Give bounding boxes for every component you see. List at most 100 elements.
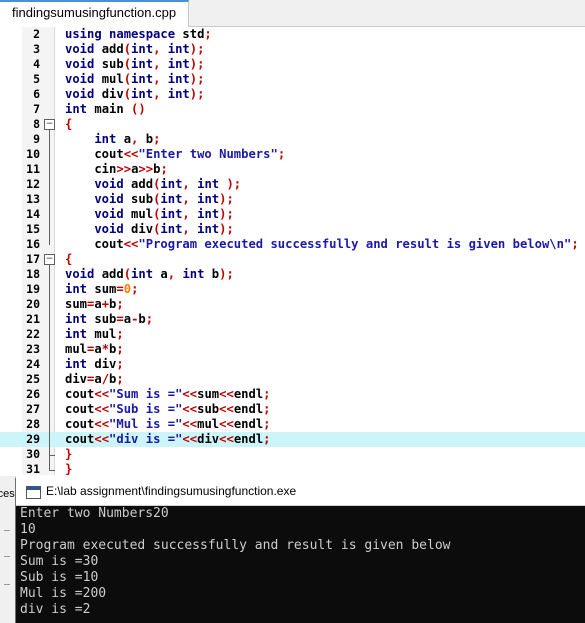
code-token: << [123, 147, 139, 161]
code-line[interactable]: 12 void add(int, int ); [0, 177, 585, 192]
line-number: 21 [26, 312, 40, 326]
code-line[interactable]: 15 void div(int, int); [0, 222, 585, 237]
code-text: cout<<"Sum is ="<<sum<<endl; [65, 387, 271, 402]
code-token: ; [263, 402, 271, 416]
code-line[interactable]: 31} [0, 462, 585, 477]
code-line[interactable]: 19 int sum=0; [0, 282, 585, 297]
code-token: mul [197, 417, 220, 431]
code-line[interactable]: 14 void mul(int, int); [0, 207, 585, 222]
code-token: ); [189, 72, 205, 86]
code-line[interactable]: 4 void sub(int, int); [0, 57, 585, 72]
code-line[interactable]: 25 div=a/b; [0, 372, 585, 387]
code-line[interactable]: 6 void div(int, int); [0, 87, 585, 102]
code-line[interactable]: 30} [0, 447, 585, 462]
code-token: << [94, 432, 110, 446]
code-text: void div(int, int); [65, 87, 204, 102]
code-token: } [65, 447, 73, 461]
code-line[interactable]: 17 { [0, 252, 585, 267]
code-text: using namespace std; [65, 27, 212, 42]
code-line[interactable]: 9 int a, b; [0, 132, 585, 147]
code-token: int [65, 357, 95, 371]
code-token: div [65, 372, 88, 386]
code-token: + [101, 297, 110, 311]
code-token: int [167, 72, 190, 86]
code-line[interactable]: 3 void add(int, int); [0, 42, 585, 57]
code-token: mul [101, 72, 124, 86]
code-line[interactable]: 20 sum=a+b; [0, 297, 585, 312]
code-token: "div is =" [109, 432, 183, 446]
code-token: ; [571, 237, 579, 251]
line-number: 14 [26, 207, 40, 221]
code-line[interactable]: 10 cout<<"Enter two Numbers"; [0, 147, 585, 162]
console-line: Mul is =200 [20, 586, 107, 601]
code-token: , [182, 207, 198, 221]
code-token: a [94, 297, 102, 311]
code-line[interactable]: 8{ [0, 117, 585, 132]
code-text: int sub=a-b; [65, 312, 153, 327]
fold-collapse-icon[interactable]: − [44, 119, 55, 130]
code-editor[interactable]: 2 using namespace std; 3 void add(int, int)… [0, 27, 585, 477]
code-token: ; [160, 162, 168, 176]
line-number: 22 [26, 327, 40, 341]
file-tab[interactable]: findingsumusingfunction.cpp [0, 0, 190, 27]
code-line[interactable]: 2 using namespace std; [0, 27, 585, 42]
code-token: ; [116, 327, 124, 341]
code-token: int [131, 72, 154, 86]
panel-divider [4, 584, 10, 585]
line-number: 31 [26, 462, 40, 476]
resources-panel-label: rces [0, 488, 15, 500]
code-text: { [65, 117, 72, 132]
code-text: cout<<"Enter two Numbers"; [65, 147, 285, 162]
code-line[interactable]: 24 int div; [0, 357, 585, 372]
line-number: 11 [26, 162, 40, 176]
code-token: , [153, 42, 168, 56]
console-window[interactable]: E:\lab assignment\findingsumusingfunctio… [15, 478, 585, 623]
fold-guide [49, 265, 50, 470]
code-line[interactable]: 21 int sub=a-b; [0, 312, 585, 327]
line-number: 18 [26, 267, 40, 281]
code-line[interactable]: 13 void sub(int, int); [0, 192, 585, 207]
code-token: b [145, 132, 154, 146]
code-line[interactable]: 29 cout<<"div is ="<<div<<endl; [0, 432, 585, 447]
code-token: () [131, 102, 146, 116]
code-token: >> [138, 162, 154, 176]
code-token: 0 [123, 282, 132, 296]
code-token: ; [204, 27, 212, 41]
code-token: mul [131, 207, 154, 221]
code-text: void add(int a, int b); [65, 267, 234, 282]
code-token: << [182, 402, 198, 416]
console-title: E:\lab assignment\findingsumusingfunctio… [46, 484, 297, 498]
code-token: int [65, 132, 124, 146]
code-token: , [167, 267, 183, 281]
code-line[interactable]: 28 cout<<"Mul is ="<<mul<<endl; [0, 417, 585, 432]
line-number: 25 [26, 372, 40, 386]
code-token: ; [116, 357, 124, 371]
code-token: int [160, 222, 183, 236]
code-token: ); [189, 57, 205, 71]
console-line: div is =2 [20, 602, 91, 617]
line-number: 15 [26, 222, 40, 236]
line-number: 16 [26, 237, 40, 251]
code-token: div [197, 432, 220, 446]
code-line[interactable]: 22 int mul; [0, 327, 585, 342]
code-line[interactable]: 23 mul=a*b; [0, 342, 585, 357]
code-text: void sub(int, int); [65, 192, 234, 207]
code-line[interactable]: 16 cout<<"Program executed successfully … [0, 237, 585, 252]
code-token: void [65, 267, 102, 281]
code-token: int [160, 192, 183, 206]
code-token: int [197, 192, 220, 206]
code-token: a [160, 267, 168, 281]
fold-collapse-icon[interactable]: − [44, 254, 55, 265]
console-line: Program executed successfully and result… [20, 538, 451, 553]
code-line[interactable]: 11 cin>>a>>b; [0, 162, 585, 177]
resources-panel-edge[interactable]: rces [0, 476, 16, 623]
code-token: ); [219, 192, 234, 206]
code-token: << [182, 417, 198, 431]
code-line[interactable]: 5 void mul(int, int); [0, 72, 585, 87]
code-line[interactable]: 7 int main () [0, 102, 585, 117]
code-line[interactable]: 18 void add(int a, int b); [0, 267, 585, 282]
code-line[interactable]: 26 cout<<"Sum is ="<<sum<<endl; [0, 387, 585, 402]
console-title-bar[interactable]: E:\lab assignment\findingsumusingfunctio… [16, 478, 585, 506]
code-line[interactable]: 27 cout<<"Sub is ="<<sub<<endl; [0, 402, 585, 417]
code-text: void add(int, int ); [65, 177, 241, 192]
